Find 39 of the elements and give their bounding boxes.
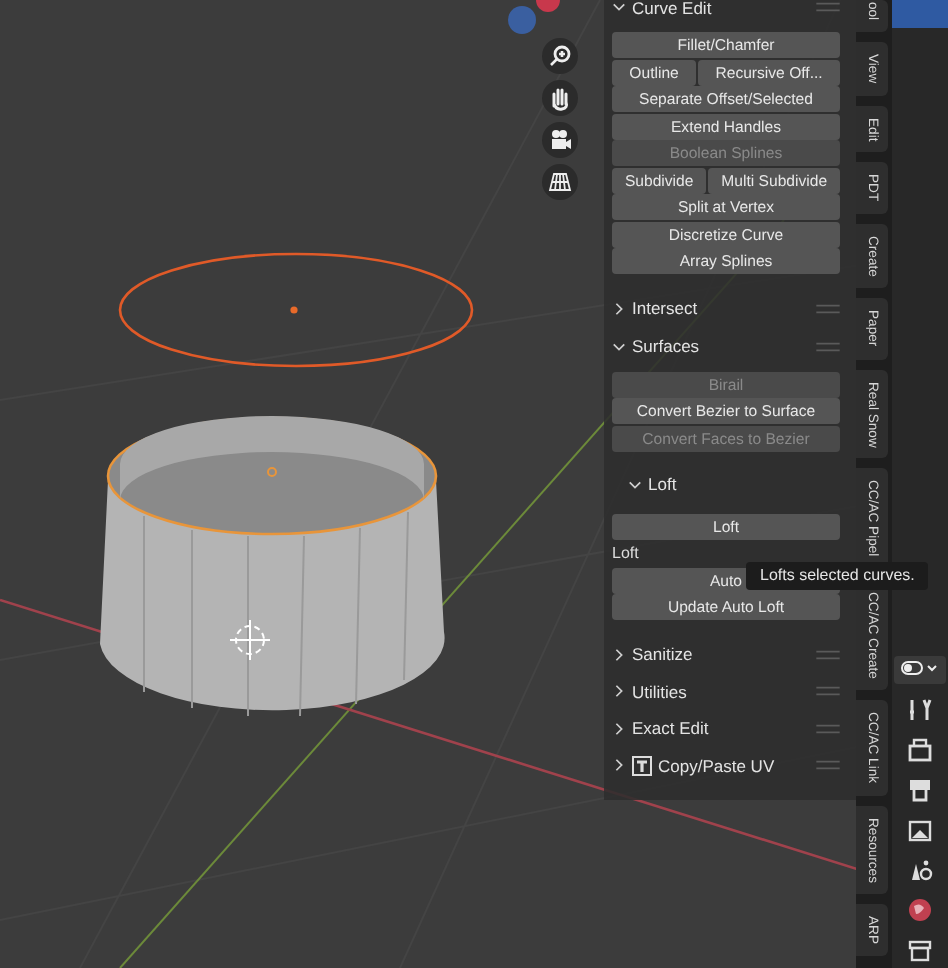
- panel-title[interactable]: Curve Edit: [632, 0, 712, 17]
- tooltip: Lofts selected curves.: [746, 562, 929, 590]
- panel-title[interactable]: Sanitize: [632, 644, 693, 665]
- panel-title[interactable]: Intersect: [632, 298, 698, 319]
- panel-title[interactable]: Surfaces: [632, 336, 700, 356]
- field-label: Loft: [612, 542, 641, 566]
- grid-icon[interactable]: [542, 164, 578, 200]
- drag-handle-icon[interactable]: [816, 760, 840, 771]
- panel-title[interactable]: Copy/Paste UV: [658, 755, 775, 776]
- drag-handle-icon[interactable]: [816, 341, 840, 351]
- panel-title[interactable]: Utilities: [632, 681, 687, 702]
- chevron-down-icon[interactable]: [612, 0, 626, 14]
- chevron-right-icon[interactable]: [612, 758, 626, 773]
- panel-title[interactable]: Exact Edit: [632, 718, 709, 739]
- printer-icon[interactable]: [906, 776, 934, 804]
- chevron-right-icon[interactable]: [612, 684, 626, 699]
- header-bar: [892, 0, 948, 28]
- chevron-right-icon[interactable]: [612, 721, 626, 736]
- drag-handle-icon[interactable]: [816, 686, 840, 697]
- tools-icon[interactable]: [906, 696, 934, 724]
- image-icon[interactable]: [906, 816, 934, 844]
- chevron-right-icon[interactable]: [612, 301, 626, 316]
- camera-icon[interactable]: [542, 122, 578, 158]
- archive-icon[interactable]: [906, 936, 934, 964]
- zoom-icon[interactable]: [542, 38, 578, 74]
- chevron-right-icon[interactable]: [612, 647, 626, 662]
- chevron-down-icon[interactable]: [612, 339, 626, 353]
- drag-handle-icon[interactable]: [816, 303, 840, 314]
- subpanel-title[interactable]: Loft: [648, 474, 677, 494]
- drag-handle-icon[interactable]: [816, 2, 840, 12]
- hand-icon[interactable]: [542, 80, 578, 116]
- shapes-icon[interactable]: [906, 856, 934, 884]
- toggle-icon[interactable]: [894, 656, 946, 684]
- printer-icon[interactable]: [906, 736, 934, 764]
- drag-handle-icon[interactable]: [816, 723, 840, 734]
- uv-icon: [632, 755, 652, 776]
- globe-icon[interactable]: [906, 896, 934, 924]
- drag-handle-icon[interactable]: [816, 649, 840, 660]
- chevron-down-icon[interactable]: [628, 477, 642, 491]
